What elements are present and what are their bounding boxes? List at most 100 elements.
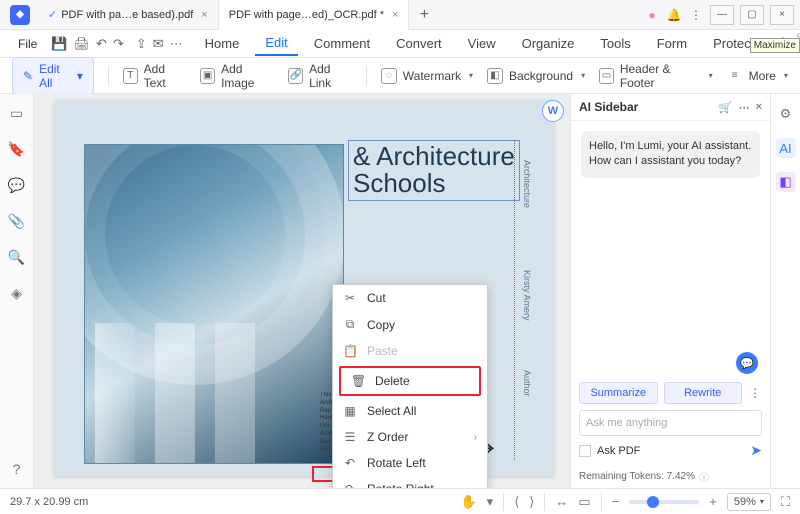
- chevron-down-icon[interactable]: ▾: [487, 494, 494, 510]
- vertical-divider: [514, 140, 515, 460]
- tab-active[interactable]: PDF with page…ed)_OCR.pdf * ×: [219, 0, 410, 30]
- tab-label: PDF with pa…e based).pdf: [61, 9, 193, 21]
- context-menu: ✂Cut ⧉Copy 📋Paste 🗑Delete ▦Select All ☰Z…: [332, 284, 488, 488]
- header-footer-dropdown[interactable]: ▭Header & Footer▾: [599, 62, 713, 90]
- image-icon: ▣: [200, 68, 215, 84]
- add-link-button[interactable]: 🔗Add Link: [288, 62, 352, 90]
- more-dropdown[interactable]: ≡More▾: [727, 68, 788, 84]
- add-text-button[interactable]: TAdd Text: [123, 62, 186, 90]
- menu-comment[interactable]: Comment: [304, 32, 380, 55]
- hamburger-icon: ≡: [727, 68, 743, 84]
- close-icon[interactable]: ×: [756, 101, 762, 113]
- layers-icon[interactable]: ◈: [8, 284, 26, 302]
- help-icon[interactable]: ?: [8, 460, 26, 478]
- document-canvas[interactable]: & Architecture Schools Architecture Kirs…: [34, 94, 570, 488]
- close-window-button[interactable]: ×: [770, 5, 794, 25]
- menu-convert[interactable]: Convert: [386, 32, 452, 55]
- ai-icon[interactable]: AI: [776, 138, 796, 158]
- tab-inactive[interactable]: ✓ PDF with pa…e based).pdf ×: [38, 0, 219, 30]
- tab-label: PDF with page…ed)_OCR.pdf *: [229, 9, 384, 21]
- edit-toolbar: ✎ Edit All ▾ TAdd Text ▣Add Image 🔗Add L…: [0, 58, 800, 94]
- slider-knob[interactable]: [647, 496, 659, 508]
- next-page-icon[interactable]: ⟩: [529, 494, 534, 510]
- zoom-slider[interactable]: [629, 500, 699, 504]
- menu-view[interactable]: View: [458, 32, 506, 55]
- menu-edit[interactable]: Edit: [255, 31, 297, 56]
- menu-form[interactable]: Form: [647, 32, 697, 55]
- bookmark-icon[interactable]: 🔖: [8, 140, 26, 158]
- chevron-down-icon: ▾: [581, 71, 585, 80]
- summarize-button[interactable]: Summarize: [579, 382, 658, 404]
- add-image-button[interactable]: ▣Add Image: [200, 62, 274, 90]
- watermark-dropdown[interactable]: ◌Watermark▾: [381, 68, 473, 84]
- zoom-out-icon[interactable]: −: [612, 494, 620, 509]
- save-icon[interactable]: 💾: [51, 33, 67, 55]
- paste-icon: 📋: [343, 344, 357, 358]
- send-icon[interactable]: ➤: [750, 442, 762, 459]
- watermark-icon: ◌: [381, 68, 397, 84]
- fit-width-icon[interactable]: ↔: [555, 494, 568, 509]
- ctx-copy[interactable]: ⧉Copy: [333, 311, 487, 338]
- print-icon[interactable]: 🖨: [74, 33, 91, 55]
- info-icon[interactable]: ⓘ: [699, 469, 709, 484]
- ctx-rotate-right[interactable]: ↷Rotate Right: [333, 476, 487, 488]
- fit-page-icon[interactable]: ▭: [578, 494, 590, 510]
- hand-tool-icon[interactable]: ✋: [460, 494, 476, 510]
- search-icon[interactable]: 🔍: [8, 248, 26, 266]
- ask-pdf-checkbox[interactable]: [579, 445, 591, 457]
- more-icon[interactable]: ⋯: [170, 33, 183, 55]
- user-avatar-icon[interactable]: ●: [644, 7, 660, 23]
- page-title-text[interactable]: & Architecture Schools: [348, 140, 520, 201]
- ai-chat-fab[interactable]: 💬: [736, 352, 758, 374]
- kebab-icon[interactable]: ⋮: [748, 386, 762, 400]
- menu-tools[interactable]: Tools: [590, 32, 640, 55]
- attachment-icon[interactable]: 📎: [8, 212, 26, 230]
- settings-icon[interactable]: ⚙: [776, 104, 796, 124]
- cart-icon[interactable]: 🛒: [719, 101, 733, 114]
- ctx-rotate-left[interactable]: ↶Rotate Left: [333, 450, 487, 476]
- file-menu[interactable]: File: [10, 33, 45, 55]
- new-tab-button[interactable]: +: [409, 6, 439, 24]
- thumbnails-icon[interactable]: ▭: [8, 104, 26, 122]
- edit-all-dropdown[interactable]: ✎ Edit All ▾: [12, 57, 94, 95]
- menu-organize[interactable]: Organize: [512, 32, 585, 55]
- word-export-badge[interactable]: W: [542, 100, 564, 122]
- close-icon[interactable]: ×: [201, 9, 207, 21]
- chevron-down-icon: ▾: [760, 497, 764, 506]
- side-label: Architecture: [522, 160, 532, 208]
- zoom-value[interactable]: 59%▾: [727, 493, 771, 511]
- zoom-in-icon[interactable]: +: [709, 494, 717, 509]
- copy-icon: ⧉: [343, 317, 357, 332]
- notification-icon[interactable]: 🔔: [666, 7, 682, 23]
- fullscreen-icon[interactable]: ⛶: [781, 494, 790, 510]
- pencil-icon: ✎: [23, 69, 33, 83]
- tab-checkmark-icon: ✓: [48, 8, 57, 21]
- ai-sidebar: AI Sidebar 🛒 ⋯ × Hello, I'm Lumi, your A…: [570, 94, 770, 488]
- menu-home[interactable]: Home: [195, 32, 250, 55]
- ctx-delete[interactable]: 🗑Delete: [339, 366, 481, 396]
- more-icon[interactable]: ⋯: [739, 101, 750, 114]
- chevron-down-icon: ▾: [77, 69, 83, 83]
- maximize-button[interactable]: ▢: [740, 5, 764, 25]
- kebab-icon[interactable]: ⋮: [688, 7, 704, 23]
- ctx-select-all[interactable]: ▦Select All: [333, 398, 487, 424]
- undo-icon[interactable]: ↶: [96, 33, 107, 55]
- prev-page-icon[interactable]: ⟨: [514, 494, 519, 510]
- side-label: Author: [522, 370, 532, 397]
- ctx-cut[interactable]: ✂Cut: [333, 285, 487, 311]
- email-icon[interactable]: ✉: [153, 33, 164, 55]
- redo-icon[interactable]: ↷: [113, 33, 124, 55]
- comment-icon[interactable]: 💬: [8, 176, 26, 194]
- close-icon[interactable]: ×: [392, 9, 398, 21]
- background-dropdown[interactable]: ◧Background▾: [487, 68, 585, 84]
- app-icon: ◆: [10, 5, 30, 25]
- app-icon[interactable]: ◧: [776, 172, 796, 192]
- share-icon[interactable]: ⇪: [136, 33, 147, 55]
- ask-pdf-label: Ask PDF: [597, 445, 640, 457]
- minimize-button[interactable]: —: [710, 5, 734, 25]
- page-image[interactable]: [84, 144, 344, 464]
- rewrite-button[interactable]: Rewrite: [664, 382, 743, 404]
- ctx-z-order[interactable]: ☰Z Order›: [333, 424, 487, 450]
- header-footer-icon: ▭: [599, 68, 614, 84]
- ai-input[interactable]: Ask me anything: [579, 410, 762, 436]
